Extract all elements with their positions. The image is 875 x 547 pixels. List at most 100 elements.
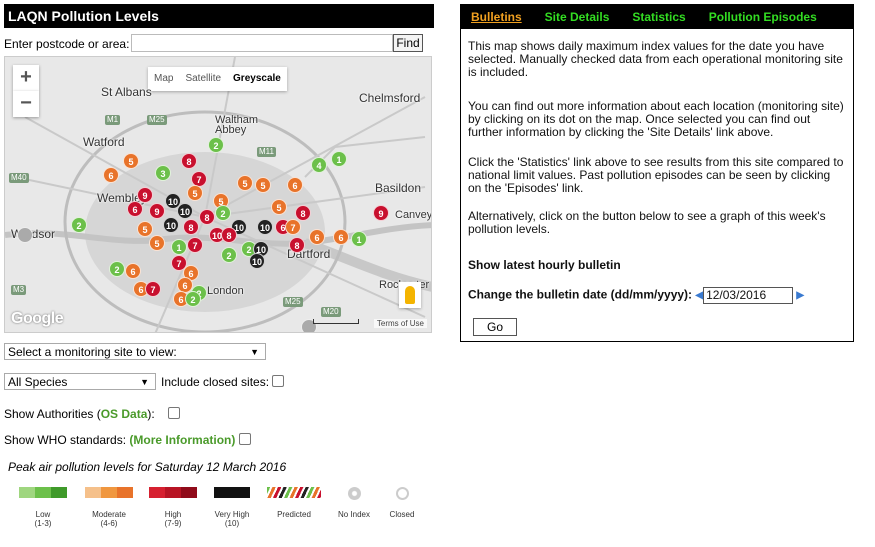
include-closed-checkbox[interactable] <box>272 375 285 387</box>
legend-range: (4-6) <box>100 519 118 528</box>
site-marker[interactable]: 2 <box>109 261 125 277</box>
search-row: Enter postcode or area: Find <box>4 34 434 54</box>
site-marker[interactable]: 8 <box>295 205 311 221</box>
site-marker[interactable]: 3 <box>155 165 171 181</box>
legend-range: (1-3) <box>34 519 52 528</box>
site-marker[interactable]: 10 <box>163 217 179 233</box>
site-marker[interactable] <box>17 227 33 243</box>
pollution-map[interactable]: + − Map Satellite Greyscale St Albans Ch… <box>4 56 432 333</box>
site-marker[interactable]: 8 <box>221 227 237 243</box>
road-badge: M3 <box>11 285 27 295</box>
street-view-pegman-icon[interactable] <box>399 282 421 308</box>
include-closed-label: Include closed sites: <box>161 375 270 389</box>
os-data-link[interactable]: OS Data <box>101 407 148 421</box>
site-marker[interactable]: 5 <box>237 175 253 191</box>
map-type-satellite[interactable]: Satellite <box>179 67 227 91</box>
tab-statistics[interactable]: Statistics <box>632 10 685 24</box>
site-marker[interactable]: 10 <box>177 203 193 219</box>
site-marker[interactable]: 8 <box>289 237 305 253</box>
find-button[interactable]: Find <box>393 34 423 52</box>
tab-bulletins[interactable]: Bulletins <box>471 10 522 24</box>
dropdown-arrow-icon: ▼ <box>250 347 259 357</box>
site-marker[interactable]: 1 <box>351 231 367 247</box>
site-select[interactable]: Select a monitoring site to view: ▼ <box>4 343 266 360</box>
place-label: St Albans <box>101 85 152 99</box>
legend-label: No Index <box>337 510 371 519</box>
site-marker[interactable]: 6 <box>127 201 143 217</box>
road-badge: M25 <box>283 297 303 307</box>
show-who-checkbox[interactable] <box>238 433 251 445</box>
site-marker[interactable]: 5 <box>137 221 153 237</box>
place-label: Waltham Abbey <box>215 114 258 136</box>
bulletin-paragraph: Alternatively, click on the button below… <box>468 209 826 236</box>
site-marker[interactable]: 5 <box>149 235 165 251</box>
bulletin-date-input[interactable]: 12/03/2016 <box>703 287 794 304</box>
species-select[interactable]: All Species ▼ <box>4 373 156 390</box>
map-type-map[interactable]: Map <box>148 67 179 91</box>
site-marker[interactable]: 6 <box>103 167 119 183</box>
site-marker[interactable]: 5 <box>271 199 287 215</box>
site-marker[interactable]: 8 <box>181 153 197 169</box>
legend-label: Moderate <box>92 510 126 519</box>
peak-levels-caption: Peak air pollution levels for Saturday 1… <box>8 460 287 474</box>
site-marker[interactable]: 2 <box>185 291 201 307</box>
road-badge: M20 <box>321 307 341 317</box>
site-marker[interactable]: 5 <box>123 153 139 169</box>
terms-of-use-link[interactable]: Terms of Use <box>373 319 427 328</box>
site-marker[interactable]: 9 <box>137 187 153 203</box>
postcode-input[interactable] <box>131 34 393 52</box>
site-marker[interactable]: 2 <box>221 247 237 263</box>
site-marker[interactable]: 7 <box>145 281 161 297</box>
previous-date-icon[interactable]: ◀ <box>695 290 703 301</box>
legend-predicted: Predicted <box>264 487 324 519</box>
place-label: Basildon <box>375 181 422 195</box>
legend-label: Closed <box>389 510 415 519</box>
legend-label: Predicted <box>277 510 311 519</box>
hourly-bulletin-link[interactable]: Show latest hourly bulletin <box>468 259 846 272</box>
species-select-value: All Species <box>8 375 68 389</box>
site-marker[interactable]: 6 <box>309 229 325 245</box>
date-label: Change the bulletin date (dd/mm/yyyy): <box>468 287 693 302</box>
site-marker[interactable]: 1 <box>331 151 347 167</box>
show-authorities-checkbox[interactable] <box>168 407 181 419</box>
site-marker[interactable]: 2 <box>208 137 224 153</box>
site-marker[interactable]: 4 <box>311 157 327 173</box>
map-type-control: Map Satellite Greyscale <box>148 67 287 91</box>
go-button[interactable]: Go <box>473 318 517 336</box>
show-authorities-row: Show Authorities (OS Data): <box>4 407 181 421</box>
tab-site-details[interactable]: Site Details <box>545 10 610 24</box>
site-marker[interactable]: 5 <box>255 177 271 193</box>
tab-pollution-episodes[interactable]: Pollution Episodes <box>709 10 817 24</box>
site-marker[interactable]: 9 <box>149 203 165 219</box>
site-marker[interactable]: 8 <box>183 219 199 235</box>
more-information-link[interactable]: (More Information) <box>129 433 235 447</box>
site-marker[interactable]: 8 <box>199 209 215 225</box>
place-label: Watford <box>83 135 125 149</box>
bulletin-paragraph: This map shows daily maximum index value… <box>468 39 843 79</box>
place-label: London <box>207 285 244 297</box>
road-badge: M25 <box>147 115 167 125</box>
legend-very-high: Very High (10) <box>208 487 256 528</box>
site-marker[interactable]: 6 <box>333 229 349 245</box>
show-authorities-label: Show Authorities ( <box>4 407 101 421</box>
site-marker[interactable]: 5 <box>187 185 203 201</box>
page-title: LAQN Pollution Levels <box>4 4 434 28</box>
site-marker[interactable]: 6 <box>125 263 141 279</box>
site-marker[interactable]: 10 <box>257 219 273 235</box>
zoom-in-button[interactable]: + <box>13 65 39 91</box>
show-authorities-suffix: ): <box>147 407 155 421</box>
show-who-row: Show WHO standards: (More Information) <box>4 433 251 447</box>
site-marker[interactable]: 9 <box>373 205 389 221</box>
site-marker[interactable]: 1 <box>171 239 187 255</box>
site-marker[interactable]: 10 <box>249 253 265 269</box>
site-marker[interactable]: 2 <box>215 205 231 221</box>
site-marker[interactable]: 7 <box>187 237 203 253</box>
zoom-out-button[interactable]: − <box>13 91 39 117</box>
site-marker[interactable]: 7 <box>285 219 301 235</box>
site-marker[interactable]: 6 <box>287 177 303 193</box>
dropdown-arrow-icon: ▼ <box>140 377 149 387</box>
legend-no-index: No Index <box>332 487 376 519</box>
next-date-icon[interactable]: ▶ <box>796 290 804 301</box>
site-marker[interactable]: 2 <box>71 217 87 233</box>
map-type-greyscale[interactable]: Greyscale <box>227 67 287 91</box>
